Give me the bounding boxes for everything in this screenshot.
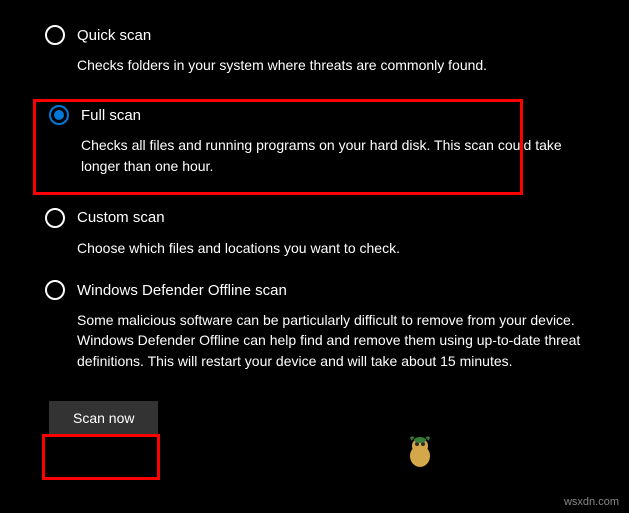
- option-title: Windows Defender Offline scan: [77, 282, 287, 299]
- radio-unchecked-icon: [45, 280, 65, 300]
- scan-now-button[interactable]: Scan now: [49, 401, 158, 435]
- option-title: Quick scan: [77, 27, 151, 44]
- option-custom-scan: Custom scan Choose which files and locat…: [45, 208, 599, 258]
- radio-unchecked-icon: [45, 25, 65, 45]
- option-quick-scan: Quick scan Checks folders in your system…: [45, 25, 599, 75]
- option-offline-scan: Windows Defender Offline scan Some malic…: [45, 280, 599, 371]
- radio-checked-icon: [49, 105, 69, 125]
- option-description: Some malicious software can be particula…: [77, 310, 587, 371]
- scan-options-group: Quick scan Checks folders in your system…: [45, 20, 599, 435]
- highlight-box-scan-button: [42, 434, 160, 480]
- option-custom-scan-header[interactable]: Custom scan: [45, 208, 599, 228]
- watermark-text: wsxdn.com: [564, 496, 619, 508]
- option-description: Checks all files and running programs on…: [81, 135, 591, 176]
- option-description: Choose which files and locations you wan…: [77, 238, 587, 258]
- option-full-scan-header[interactable]: Full scan: [49, 105, 595, 125]
- option-title: Full scan: [81, 107, 141, 124]
- option-description: Checks folders in your system where thre…: [77, 55, 587, 75]
- radio-unchecked-icon: [45, 208, 65, 228]
- mascot-icon: [406, 434, 434, 468]
- option-offline-scan-header[interactable]: Windows Defender Offline scan: [45, 280, 599, 300]
- option-full-scan: Full scan Checks all files and running p…: [45, 97, 599, 182]
- option-quick-scan-header[interactable]: Quick scan: [45, 25, 599, 45]
- option-title: Custom scan: [77, 209, 165, 226]
